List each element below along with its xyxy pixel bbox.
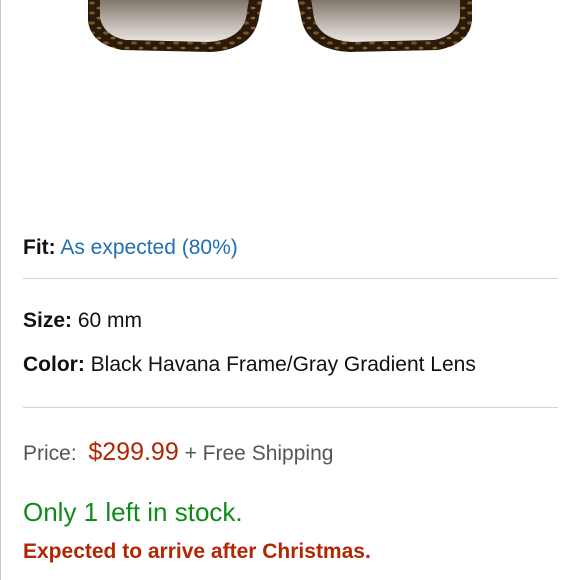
right-lens	[311, 0, 460, 42]
price-row: Price: $299.99 + Free Shipping	[23, 438, 333, 467]
color-value: Black Havana Frame/Gray Gradient Lens	[90, 353, 476, 376]
fit-value-link[interactable]: As expected (80%)	[60, 236, 237, 259]
price-value: $299.99	[88, 438, 179, 466]
divider	[23, 278, 558, 279]
fit-label: Fit:	[23, 236, 56, 259]
size-value: 60 mm	[77, 309, 143, 332]
size-row: Size: 60 mm	[23, 309, 142, 333]
color-row: Color: Black Havana Frame/Gray Gradient …	[23, 353, 476, 377]
left-edge-border	[0, 0, 1, 580]
arrival-notice: Expected to arrive after Christmas.	[23, 540, 371, 563]
left-lens	[100, 0, 249, 42]
product-detail-page: Fit: As expected (80%) Size: 60 mm Color…	[0, 0, 580, 580]
stock-status: Only 1 left in stock.	[23, 497, 243, 527]
size-label: Size:	[23, 309, 73, 332]
shipping-info: + Free Shipping	[184, 442, 334, 465]
color-label: Color:	[23, 353, 85, 376]
sunglasses-image	[88, 0, 472, 52]
price-label: Price:	[23, 442, 77, 465]
fit-row: Fit: As expected (80%)	[23, 236, 238, 260]
divider	[23, 407, 558, 408]
